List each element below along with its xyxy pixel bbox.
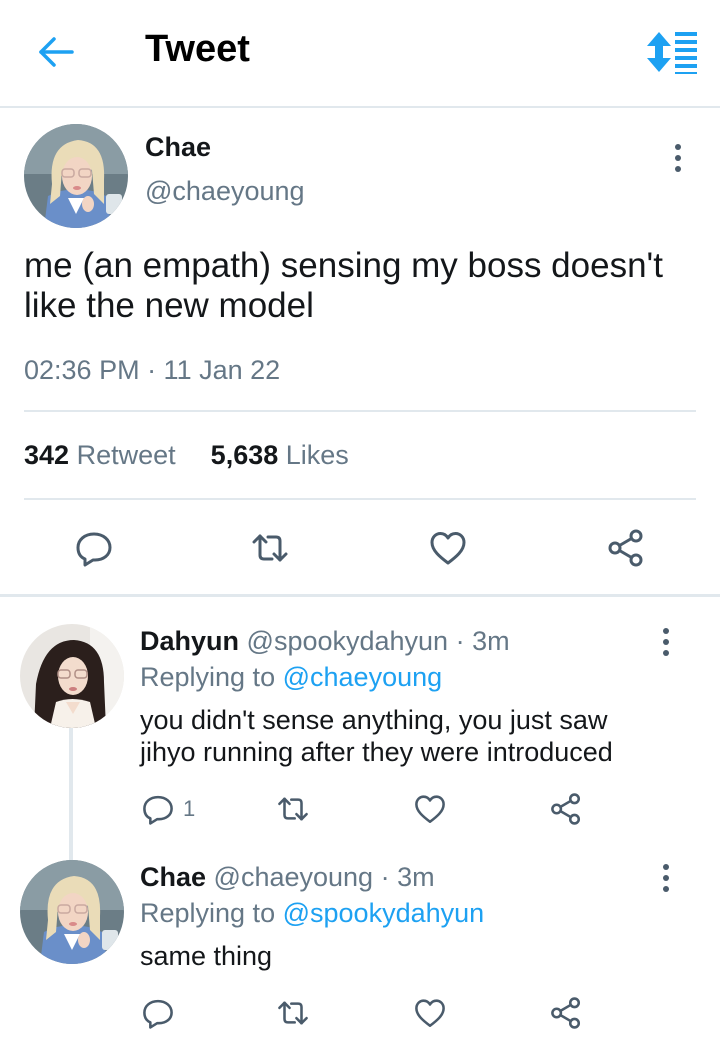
reply-text-line: same thing [140, 941, 273, 971]
retweet-icon [276, 792, 310, 826]
reply-button[interactable] [74, 528, 114, 568]
more-options-button[interactable] [659, 627, 673, 657]
share-button[interactable] [606, 528, 646, 568]
share-icon [606, 528, 646, 568]
retweet-button[interactable] [250, 528, 290, 568]
reply-icon [74, 528, 114, 568]
back-button[interactable] [34, 30, 78, 74]
reply-age: · 3m [380, 862, 435, 892]
reply-author-name[interactable]: Chae [140, 862, 206, 892]
share-button[interactable] [549, 792, 583, 826]
retweet-count: 342 [24, 440, 70, 470]
more-vertical-icon [659, 863, 673, 893]
replying-to-link[interactable]: @chaeyoung [283, 662, 443, 692]
thread-connector [69, 728, 73, 860]
retweet-icon [276, 996, 310, 1030]
arrow-left-icon [39, 37, 74, 67]
replying-to-label: Replying to [140, 898, 276, 928]
tweet-timestamp: 02:36 PM · 11 Jan 22 [24, 355, 281, 385]
reply-text-line: you didn't sense anything, you just saw [140, 705, 608, 735]
reply-author-handle[interactable]: @spookydahyun [247, 626, 449, 656]
sort-button[interactable] [645, 30, 699, 74]
tweet-text-line: like the new model [24, 286, 314, 325]
replying-to: Replying to @chaeyoung [140, 662, 442, 693]
avatar[interactable] [20, 860, 124, 964]
reply-icon [141, 996, 175, 1030]
avatar[interactable] [24, 124, 128, 228]
like-button[interactable] [413, 792, 447, 826]
tweet-text-line: me (an empath) sensing my boss doesn't [24, 246, 663, 285]
tweet-stats: 342 Retweet 5,638 Likes [24, 440, 349, 471]
divider [24, 410, 696, 412]
retweet-label: Retweet [76, 440, 176, 470]
replying-to-label: Replying to [140, 662, 276, 692]
share-button[interactable] [549, 996, 583, 1030]
like-label: Likes [285, 440, 349, 470]
section-separator [0, 594, 720, 597]
reply-icon [141, 792, 175, 826]
reply-text: you didn't sense anything, you just saw … [140, 704, 700, 768]
more-options-button[interactable] [671, 143, 685, 173]
reply-header: Dahyun @spookydahyun · 3m [140, 626, 510, 657]
top-bar [0, 0, 720, 108]
divider [24, 498, 696, 500]
reply-age: · 3m [455, 626, 510, 656]
reply-author-name[interactable]: Dahyun [140, 626, 239, 656]
share-icon [549, 996, 583, 1030]
more-options-button[interactable] [659, 863, 673, 893]
retweets-link[interactable]: 342 Retweet [24, 440, 176, 470]
heart-icon [428, 528, 468, 568]
reply-text-line: jihyo running after they were introduced [140, 737, 613, 767]
like-button[interactable] [413, 996, 447, 1030]
like-count: 5,638 [210, 440, 279, 470]
reply-header: Chae @chaeyoung · 3m [140, 862, 435, 893]
reply-text: same thing [140, 940, 700, 972]
like-button[interactable] [428, 528, 468, 568]
avatar[interactable] [20, 624, 124, 728]
retweet-button[interactable] [276, 996, 310, 1030]
more-vertical-icon [659, 627, 673, 657]
avatar-image [20, 860, 124, 964]
heart-icon [413, 792, 447, 826]
reply-button[interactable] [141, 996, 175, 1030]
page-title: Tweet [145, 28, 250, 70]
retweet-icon [250, 528, 290, 568]
sort-icon [647, 32, 697, 74]
reply-author-handle[interactable]: @chaeyoung [214, 862, 374, 892]
tweet-text: me (an empath) sensing my boss doesn't l… [24, 246, 704, 326]
avatar-image [24, 124, 128, 228]
share-icon [549, 792, 583, 826]
retweet-button[interactable] [276, 792, 310, 826]
replying-to: Replying to @spookydahyun [140, 898, 484, 929]
replying-to-link[interactable]: @spookydahyun [283, 898, 485, 928]
likes-link[interactable]: 5,638 Likes [211, 440, 349, 470]
reply-count: 1 [183, 796, 196, 821]
author-name[interactable]: Chae [145, 132, 211, 163]
more-vertical-icon [671, 143, 685, 173]
reply-button[interactable]: 1 [141, 792, 201, 826]
heart-icon [413, 996, 447, 1030]
avatar-image [20, 624, 124, 728]
author-handle[interactable]: @chaeyoung [145, 176, 305, 207]
